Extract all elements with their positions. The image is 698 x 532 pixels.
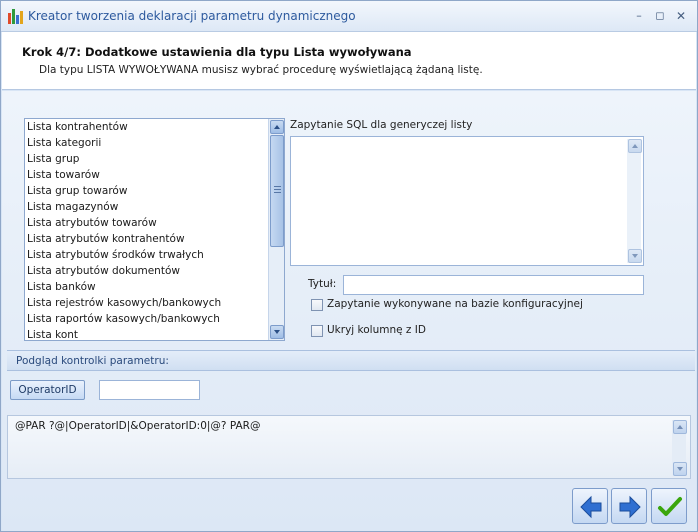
- wizard-header: Krok 4/7: Dodatkowe ustawienia dla typu …: [2, 32, 696, 90]
- wizard-window: Kreator tworzenia deklaracji parametru d…: [0, 0, 698, 532]
- list-item[interactable]: Lista towarów: [25, 167, 284, 183]
- arrow-left-icon: [580, 495, 602, 519]
- minimize-icon[interactable]: –: [631, 8, 647, 24]
- scroll-down-icon[interactable]: [270, 325, 284, 339]
- hide-id-checkbox[interactable]: [311, 325, 323, 337]
- list-item[interactable]: Lista atrybutów dokumentów: [25, 263, 284, 279]
- list-scrollbar[interactable]: [268, 119, 284, 340]
- scroll-up-icon[interactable]: [270, 120, 284, 134]
- expression-preview: @PAR ?@|OperatorID|&OperatorID:0|@? PAR@: [7, 415, 691, 479]
- wizard-body: Lista kontrahentów Lista kategorii Lista g…: [2, 91, 696, 531]
- hide-id-label: Ukryj kolumnę z ID: [327, 324, 426, 336]
- list-item[interactable]: Lista atrybutów towarów: [25, 215, 284, 231]
- close-icon[interactable]: ✕: [673, 8, 689, 24]
- list-item[interactable]: Lista magazynów: [25, 199, 284, 215]
- list-item[interactable]: Lista atrybutów kontrahentów: [25, 231, 284, 247]
- sql-query-textarea[interactable]: [290, 136, 644, 266]
- procedure-listbox[interactable]: Lista kontrahentów Lista kategorii Lista g…: [24, 118, 285, 341]
- next-button[interactable]: [611, 488, 647, 524]
- scroll-down-icon[interactable]: [673, 462, 687, 476]
- list-item[interactable]: Lista atrybutów środków trwałych: [25, 247, 284, 263]
- tytul-label: Tytuł:: [308, 278, 337, 290]
- list-item[interactable]: Lista raportów kasowych/bankowych: [25, 311, 284, 327]
- checkmark-icon: [658, 497, 682, 516]
- procedure-list-items: Lista kontrahentów Lista kategorii Lista g…: [25, 119, 284, 340]
- operator-id-input[interactable]: [99, 380, 200, 400]
- config-db-label: Zapytanie wykonywane na bazie konfigurac…: [327, 298, 583, 310]
- scroll-thumb[interactable]: [270, 135, 284, 247]
- sql-scrollbar[interactable]: [627, 139, 642, 263]
- expression-text: @PAR ?@|OperatorID|&OperatorID:0|@? PAR@: [15, 420, 261, 432]
- preview-section-label: Podgląd kontrolki parametru:: [16, 355, 169, 367]
- list-item[interactable]: Lista rejestrów kasowych/bankowych: [25, 295, 284, 311]
- list-item[interactable]: Lista grup: [25, 151, 284, 167]
- title-bar[interactable]: Kreator tworzenia deklaracji parametru d…: [1, 1, 697, 32]
- scroll-up-icon[interactable]: [628, 139, 642, 153]
- preview-section-header: Podgląd kontrolki parametru:: [7, 350, 695, 371]
- operator-id-button[interactable]: OperatorID: [10, 380, 85, 400]
- bar-chart-icon: [8, 9, 23, 24]
- step-title: Krok 4/7: Dodatkowe ustawienia dla typu …: [22, 45, 412, 59]
- list-item[interactable]: Lista kategorii: [25, 135, 284, 151]
- list-item[interactable]: Lista banków: [25, 279, 284, 295]
- back-button[interactable]: [572, 488, 608, 524]
- window-title: Kreator tworzenia deklaracji parametru d…: [28, 9, 356, 23]
- sql-label: Zapytanie SQL dla generyczej listy: [290, 119, 473, 131]
- list-item[interactable]: Lista kontrahentów: [25, 119, 284, 135]
- step-description: Dla typu LISTA WYWOŁYWANA musisz wybrać …: [39, 64, 483, 76]
- finish-button[interactable]: [651, 488, 687, 524]
- scroll-down-icon[interactable]: [628, 249, 642, 263]
- scroll-up-icon[interactable]: [673, 420, 687, 434]
- maximize-icon[interactable]: ◻: [652, 8, 668, 24]
- arrow-right-icon: [619, 495, 641, 519]
- preview-scrollbar[interactable]: [672, 420, 687, 476]
- list-item[interactable]: Lista kont: [25, 327, 284, 340]
- config-db-checkbox[interactable]: [311, 299, 323, 311]
- tytul-input[interactable]: [343, 275, 644, 295]
- list-item[interactable]: Lista grup towarów: [25, 183, 284, 199]
